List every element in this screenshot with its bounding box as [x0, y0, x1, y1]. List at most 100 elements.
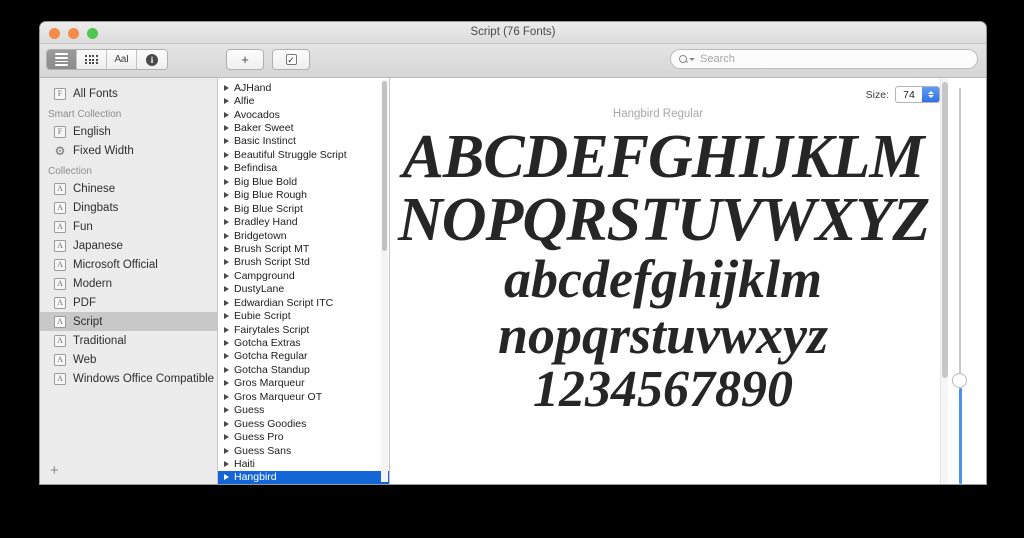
- font-list-item[interactable]: Fairytales Script: [218, 323, 389, 336]
- size-field[interactable]: 74: [895, 86, 940, 103]
- disclosure-triangle-icon[interactable]: [224, 205, 229, 212]
- disclosure-triangle-icon[interactable]: [224, 111, 229, 118]
- disclosure-triangle-icon[interactable]: [224, 434, 229, 441]
- title-bar[interactable]: Script (76 Fonts): [40, 22, 986, 44]
- disclosure-triangle-icon[interactable]: [224, 340, 229, 347]
- font-list-item[interactable]: Big Blue Script: [218, 202, 389, 215]
- font-list-item[interactable]: Brush Script MT: [218, 242, 389, 255]
- preview-type-button[interactable]: AaI: [107, 50, 137, 69]
- font-list-item[interactable]: AJHand: [218, 81, 389, 94]
- disclosure-triangle-icon[interactable]: [224, 313, 229, 320]
- disclosure-triangle-icon[interactable]: [224, 420, 229, 427]
- preview-scrollbar-thumb[interactable]: [942, 82, 948, 378]
- disclosure-triangle-icon[interactable]: [224, 407, 229, 414]
- disclosure-triangle-icon[interactable]: [224, 138, 229, 145]
- disclosure-triangle-icon[interactable]: [224, 353, 229, 360]
- preview-scrollbar[interactable]: [940, 78, 948, 484]
- disclosure-triangle-icon[interactable]: [224, 84, 229, 91]
- sidebar-item-modern[interactable]: A Modern: [40, 274, 217, 293]
- search-field[interactable]: [670, 49, 978, 69]
- font-list-item[interactable]: Gotcha Standup: [218, 363, 389, 376]
- sidebar-item-pdf[interactable]: A PDF: [40, 293, 217, 312]
- font-list[interactable]: AJHand Alfie Avocados Baker Sweet Basic Inst…: [218, 78, 390, 484]
- list-view-button[interactable]: [47, 50, 77, 69]
- disclosure-triangle-icon[interactable]: [224, 286, 229, 293]
- chevron-down-icon[interactable]: [689, 57, 695, 61]
- font-list-scrollbar-thumb[interactable]: [382, 81, 387, 251]
- sidebar-item-traditional[interactable]: A Traditional: [40, 331, 217, 350]
- size-slider-knob[interactable]: [952, 373, 967, 388]
- disclosure-triangle-icon[interactable]: [224, 447, 229, 454]
- font-list-item[interactable]: Campground: [218, 269, 389, 282]
- sidebar-item-english[interactable]: F English: [40, 122, 217, 141]
- sidebar-item-dingbats[interactable]: A Dingbats: [40, 198, 217, 217]
- disclosure-triangle-icon[interactable]: [224, 272, 229, 279]
- grid-view-button[interactable]: [77, 50, 107, 69]
- font-list-item[interactable]: Gotcha Extras: [218, 336, 389, 349]
- font-list-item[interactable]: Brush Script Std: [218, 256, 389, 269]
- info-button[interactable]: i: [137, 50, 167, 69]
- font-list-item[interactable]: Basic Instinct: [218, 135, 389, 148]
- sidebar-item-all-fonts[interactable]: F All Fonts: [40, 84, 217, 103]
- font-list-item[interactable]: Alfie: [218, 94, 389, 107]
- font-list-item[interactable]: Guess Pro: [218, 430, 389, 443]
- font-list-item[interactable]: Big Blue Bold: [218, 175, 389, 188]
- disclosure-triangle-icon[interactable]: [224, 98, 229, 105]
- stepper-down-icon[interactable]: [927, 95, 934, 98]
- font-list-item[interactable]: Gros Marqueur: [218, 377, 389, 390]
- font-list-item[interactable]: Beautiful Struggle Script: [218, 148, 389, 161]
- disclosure-triangle-icon[interactable]: [224, 219, 229, 226]
- search-input[interactable]: [700, 53, 969, 65]
- disclosure-triangle-icon[interactable]: [224, 232, 229, 239]
- size-slider[interactable]: [952, 88, 968, 484]
- font-list-item[interactable]: Bradley Hand: [218, 215, 389, 228]
- add-font-button[interactable]: +: [226, 49, 264, 70]
- font-list-item[interactable]: Hangbird: [218, 470, 389, 484]
- sidebar-item-chinese[interactable]: A Chinese: [40, 179, 217, 198]
- font-list-item[interactable]: Baker Sweet: [218, 121, 389, 134]
- sidebar-item-windows-office-compatible[interactable]: A Windows Office Compatible: [40, 369, 217, 388]
- font-list-item[interactable]: Edwardian Script ITC: [218, 296, 389, 309]
- stepper-up-icon[interactable]: [927, 91, 934, 94]
- disclosure-triangle-icon[interactable]: [224, 125, 229, 132]
- validate-font-button[interactable]: ✓: [272, 49, 310, 70]
- disclosure-triangle-icon[interactable]: [224, 380, 229, 387]
- sidebar-item-script[interactable]: A Script: [40, 312, 217, 331]
- font-list-item[interactable]: Avocados: [218, 108, 389, 121]
- disclosure-triangle-icon[interactable]: [224, 474, 229, 481]
- add-collection-button[interactable]: +: [50, 463, 59, 478]
- font-list-item[interactable]: Gros Marqueur OT: [218, 390, 389, 403]
- sidebar-item-microsoft-official[interactable]: A Microsoft Official: [40, 255, 217, 274]
- font-list-item[interactable]: Befindisa: [218, 162, 389, 175]
- disclosure-triangle-icon[interactable]: [224, 299, 229, 306]
- specimen-digits: 1234567890: [533, 360, 793, 418]
- sidebar-item-japanese[interactable]: A Japanese: [40, 236, 217, 255]
- sidebar-item-web[interactable]: A Web: [40, 350, 217, 369]
- disclosure-triangle-icon[interactable]: [224, 245, 229, 252]
- font-list-item[interactable]: Guess Goodies: [218, 417, 389, 430]
- font-list-item[interactable]: Haiti: [218, 457, 389, 470]
- font-list-item[interactable]: Guess: [218, 404, 389, 417]
- font-list-item[interactable]: Gotcha Regular: [218, 350, 389, 363]
- disclosure-triangle-icon[interactable]: [224, 151, 229, 158]
- font-list-item[interactable]: Guess Sans: [218, 444, 389, 457]
- sidebar-item-fixed-width[interactable]: ⚙ Fixed Width: [40, 141, 217, 160]
- disclosure-triangle-icon[interactable]: [224, 366, 229, 373]
- disclosure-triangle-icon[interactable]: [224, 259, 229, 266]
- disclosure-triangle-icon[interactable]: [224, 460, 229, 467]
- font-list-item[interactable]: DustyLane: [218, 283, 389, 296]
- size-stepper[interactable]: [922, 87, 939, 102]
- font-list-item[interactable]: Bridgetown: [218, 229, 389, 242]
- size-value[interactable]: 74: [896, 87, 922, 102]
- disclosure-triangle-icon[interactable]: [224, 192, 229, 199]
- disclosure-triangle-icon[interactable]: [224, 165, 229, 172]
- font-list-item[interactable]: Big Blue Rough: [218, 189, 389, 202]
- info-icon: i: [146, 53, 158, 66]
- disclosure-triangle-icon[interactable]: [224, 393, 229, 400]
- view-mode-segmented-control[interactable]: AaI i: [46, 49, 168, 70]
- font-list-item[interactable]: Eubie Script: [218, 309, 389, 322]
- sidebar-item-fun[interactable]: A Fun: [40, 217, 217, 236]
- disclosure-triangle-icon[interactable]: [224, 326, 229, 333]
- disclosure-triangle-icon[interactable]: [224, 178, 229, 185]
- font-list-scrollbar[interactable]: [381, 80, 388, 482]
